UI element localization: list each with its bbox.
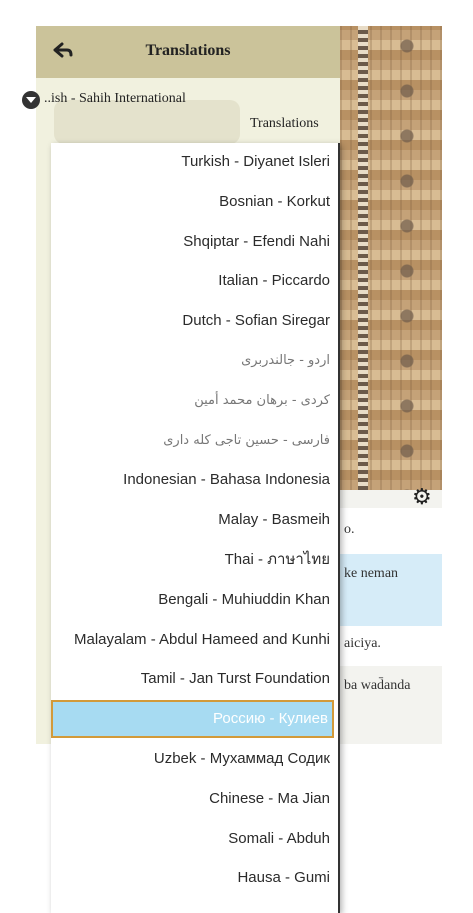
verse-row: o.: [340, 508, 442, 554]
verse-text: ke neman: [344, 566, 399, 581]
translation-option[interactable]: Россию - Кулиев: [51, 700, 334, 739]
dropdown-arrow-icon[interactable]: [22, 91, 40, 109]
translation-option[interactable]: اردو - جالندربرى: [51, 342, 334, 380]
translation-option[interactable]: كردى - برهان محمد أمين: [51, 382, 334, 420]
gear-icon[interactable]: ⚙: [412, 486, 432, 508]
panel-title: Translations: [145, 42, 231, 59]
translation-option[interactable]: Somali - Abduh: [51, 820, 334, 858]
translation-option[interactable]: Chinese - Ma Jian: [51, 780, 334, 818]
translation-option[interactable]: Malayalam - Abdul Hameed and Kunhi: [51, 621, 334, 659]
translation-dropdown-list[interactable]: Turkish - Diyanet Isleri Bosnian - Korkut…: [51, 143, 340, 913]
translation-option[interactable]: Uzbek - Мухаммад Содик: [51, 740, 334, 778]
panel-header: Translations: [36, 26, 340, 78]
verse-text: ba wad̄anda: [344, 678, 411, 693]
translation-select-value: ..ish - Sahih International: [44, 91, 186, 106]
translation-option[interactable]: Hausa - Gumi: [51, 859, 334, 897]
translation-option[interactable]: Bosnian - Korkut: [51, 183, 334, 221]
verse-row: ba wad̄anda: [340, 666, 442, 716]
translations-tab-label[interactable]: Translations: [250, 116, 319, 132]
translation-option[interactable]: Tamil - Jan Turst Foundation: [51, 660, 334, 698]
verse-row: aiciya.: [340, 626, 442, 666]
translation-option[interactable]: Thai - ภาษาไทย: [51, 541, 334, 579]
translation-option[interactable]: فارسى - حسين تاجى كله دارى: [51, 422, 334, 460]
verse-text: o.: [344, 522, 355, 537]
verse-text: aiciya.: [344, 636, 381, 651]
ornament-border-image: [340, 26, 442, 490]
verse-row: ke neman: [340, 554, 442, 626]
translation-option[interactable]: Italian - Piccardo: [51, 262, 334, 300]
translation-option[interactable]: Bengali - Muhiuddin Khan: [51, 581, 334, 619]
translation-option[interactable]: Shqiptar - Efendi Nahi: [51, 223, 334, 261]
translation-option[interactable]: Dutch - Sofian Siregar: [51, 302, 334, 340]
translation-option[interactable]: Turkish - Diyanet Isleri: [51, 143, 334, 181]
translation-option[interactable]: Malay - Basmeih: [51, 501, 334, 539]
translation-option[interactable]: Indonesian - Bahasa Indonesia: [51, 461, 334, 499]
